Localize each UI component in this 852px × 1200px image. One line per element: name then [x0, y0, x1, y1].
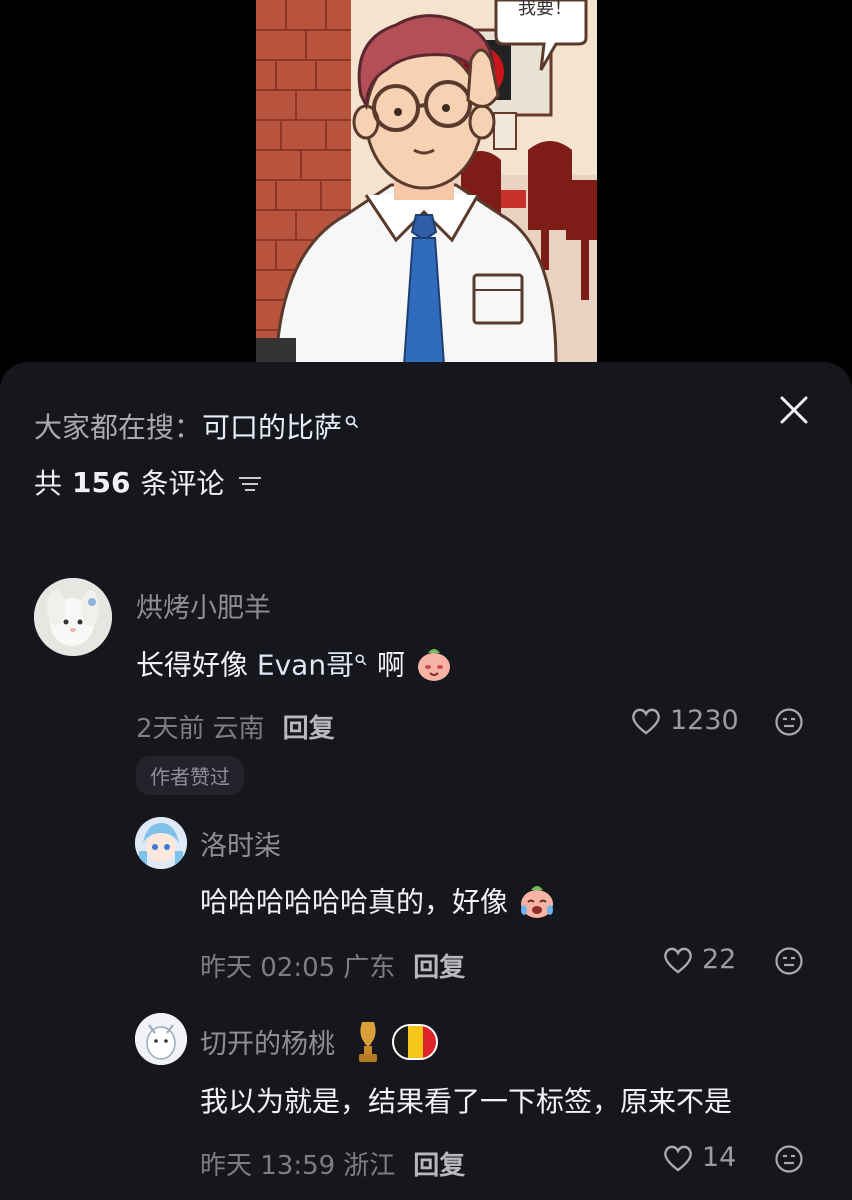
avatar-image: [34, 578, 112, 656]
like-button[interactable]: 22: [662, 944, 736, 975]
dislike-button[interactable]: [774, 707, 804, 741]
avatar-image: [135, 1013, 187, 1065]
close-button[interactable]: [778, 394, 810, 426]
like-count: 14: [702, 1142, 737, 1173]
reply-time: 昨天 02:05: [200, 953, 336, 983]
reply-text-content: 哈哈哈哈哈哈真的，好像: [200, 885, 509, 919]
comment-username[interactable]: 烘烤小肥羊: [136, 586, 271, 625]
comment-text-after: 啊: [368, 648, 405, 682]
reply-button[interactable]: 回复: [283, 714, 335, 744]
video-frame[interactable]: 我要！: [256, 0, 597, 365]
close-icon: [780, 396, 808, 424]
dislike-face-icon: [775, 947, 803, 975]
sort-icon[interactable]: [238, 468, 262, 501]
heart-icon: [664, 1145, 692, 1172]
peach-laugh-emoji-icon: [414, 643, 454, 690]
search-suggestion-keyword[interactable]: 可口的比萨: [202, 411, 342, 444]
comment-location: 云南: [212, 714, 265, 744]
reply-button[interactable]: 回复: [413, 953, 465, 983]
search-icon: [344, 404, 360, 437]
comment-time: 2天前: [136, 714, 205, 744]
comment-meta: 2天前 云南 回复: [136, 708, 335, 745]
dislike-face-icon: [775, 1145, 803, 1173]
comment-count-prefix: 共: [34, 467, 63, 500]
comment-count-suffix: 条评论: [140, 467, 225, 500]
dislike-button[interactable]: [774, 1144, 804, 1178]
peach-crying-laugh-emoji-icon: [517, 880, 557, 927]
reply-username[interactable]: 切开的杨桃: [200, 1020, 439, 1071]
reply-location: 浙江: [343, 1151, 396, 1181]
comment-count: 共 156 条评论: [34, 462, 262, 502]
search-icon: [354, 641, 368, 674]
search-suggestion-prefix: 大家都在搜：: [34, 411, 203, 444]
dislike-face-icon: [775, 708, 803, 736]
like-count: 1230: [670, 705, 739, 736]
belgium-flag-icon: [392, 1024, 439, 1067]
comment-text-before: 长得好像: [136, 648, 257, 682]
reply-text: 我以为就是，结果看了一下标签，原来不是: [200, 1085, 733, 1118]
reply-button[interactable]: 回复: [413, 1151, 465, 1181]
reply-time: 昨天 13:59: [200, 1151, 336, 1181]
avatar[interactable]: [135, 817, 187, 869]
like-button[interactable]: 14: [662, 1142, 736, 1173]
avatar[interactable]: [135, 1013, 187, 1065]
reply-username-text: 切开的杨桃: [200, 1029, 335, 1060]
avatar-image: [135, 817, 187, 869]
reply-text: 哈哈哈哈哈哈真的，好像: [200, 880, 557, 927]
heart-icon: [664, 947, 692, 974]
search-suggestion[interactable]: 大家都在搜：可口的比萨: [34, 406, 360, 446]
dislike-button[interactable]: [774, 946, 804, 980]
trophy-icon: [354, 1020, 382, 1071]
avatar[interactable]: [34, 578, 112, 656]
cartoon-illustration: 我要！: [256, 0, 597, 365]
screen: 我要！ 大家都在搜：可口的比萨 共 156 条评论 烘烤小肥羊 长得好像 Eva…: [0, 0, 852, 1200]
author-liked-badge: 作者赞过: [136, 756, 244, 795]
reply-location: 广东: [343, 953, 396, 983]
reply-username[interactable]: 洛时柒: [200, 824, 281, 863]
heart-icon: [632, 708, 660, 735]
speech-bubble-text: 我要！: [518, 0, 572, 19]
like-count: 22: [702, 944, 737, 975]
like-button[interactable]: 1230: [630, 705, 739, 736]
reply-meta: 昨天 13:59 浙江 回复: [200, 1145, 465, 1182]
reply-meta: 昨天 02:05 广东 回复: [200, 947, 465, 984]
comment-text: 长得好像 Evan哥 啊: [136, 643, 454, 690]
comment-sheet: 大家都在搜：可口的比萨 共 156 条评论 烘烤小肥羊 长得好像 Evan哥 啊…: [0, 362, 852, 1200]
comment-search-link[interactable]: Evan哥: [257, 649, 354, 682]
comment-count-number: 156: [72, 465, 131, 499]
